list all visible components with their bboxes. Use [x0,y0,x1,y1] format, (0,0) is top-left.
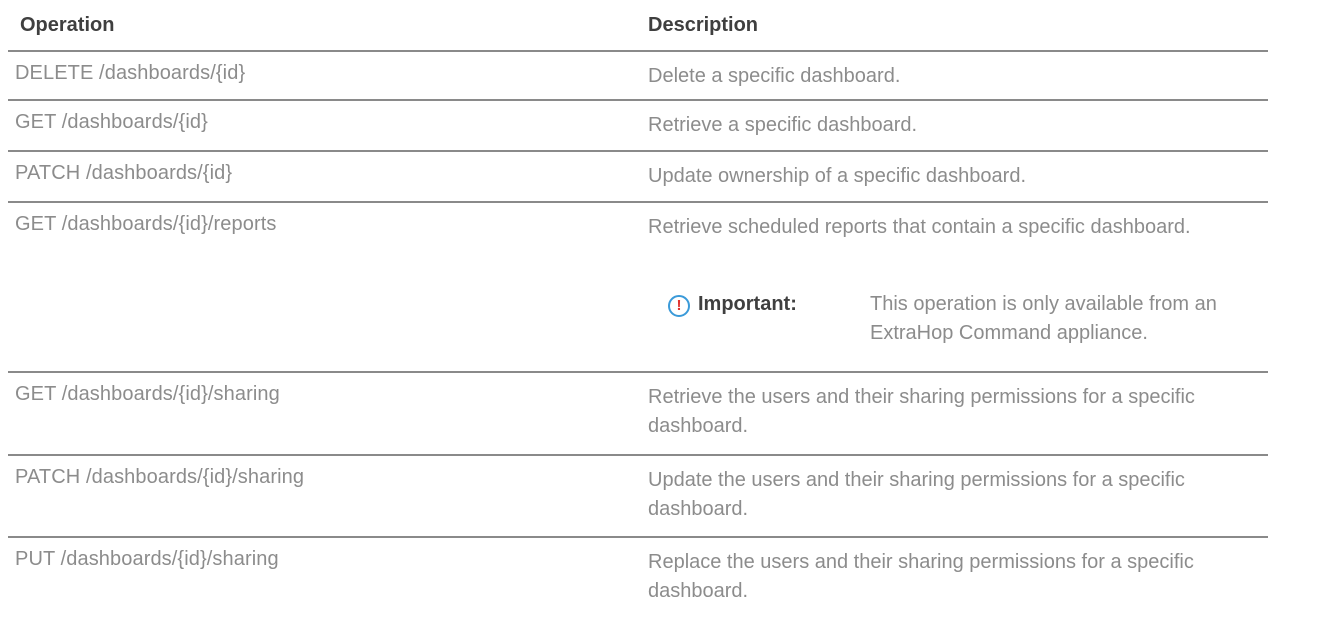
header-operation: Operation [20,14,115,36]
description-cell: Update the users and their sharing permi… [648,469,1185,520]
operation-cell: PATCH /dashboards/{id}/sharing [15,466,305,488]
description-cell: Retrieve a specific dashboard. [648,114,918,136]
note-text: This operation is only available from an… [870,293,1217,344]
api-operations-table: Operation Description DELETE /dashboards… [8,0,1268,622]
important-icon: ! [668,295,690,317]
header-description: Description [648,14,759,36]
description-cell: Retrieve the users and their sharing per… [648,386,1195,437]
operation-cell: GET /dashboards/{id}/sharing [15,383,280,405]
table-header-row: Operation Description [8,0,1268,52]
operation-cell: PATCH /dashboards/{id} [15,162,233,184]
note-label: Important: [698,293,797,315]
table-row: GET /dashboards/{id}/reports Retrieve sc… [8,203,1268,373]
operation-cell: GET /dashboards/{id}/reports [15,213,277,235]
table-row: GET /dashboards/{id}/sharing Retrieve th… [8,373,1268,456]
table-row: PUT /dashboards/{id}/sharing Replace the… [8,538,1268,622]
table-row: PATCH /dashboards/{id}/sharing Update th… [8,456,1268,538]
operation-cell: DELETE /dashboards/{id} [15,62,246,84]
table-row: PATCH /dashboards/{id} Update ownership … [8,152,1268,203]
description-cell: Delete a specific dashboard. [648,65,901,87]
operation-cell: PUT /dashboards/{id}/sharing [15,548,279,570]
table-row: DELETE /dashboards/{id} Delete a specifi… [8,52,1268,101]
table-row: GET /dashboards/{id} Retrieve a specific… [8,101,1268,152]
description-cell: Update ownership of a specific dashboard… [648,165,1027,187]
operation-cell: GET /dashboards/{id} [15,111,208,133]
description-cell: Replace the users and their sharing perm… [648,551,1194,602]
description-cell: Retrieve scheduled reports that contain … [648,216,1191,238]
